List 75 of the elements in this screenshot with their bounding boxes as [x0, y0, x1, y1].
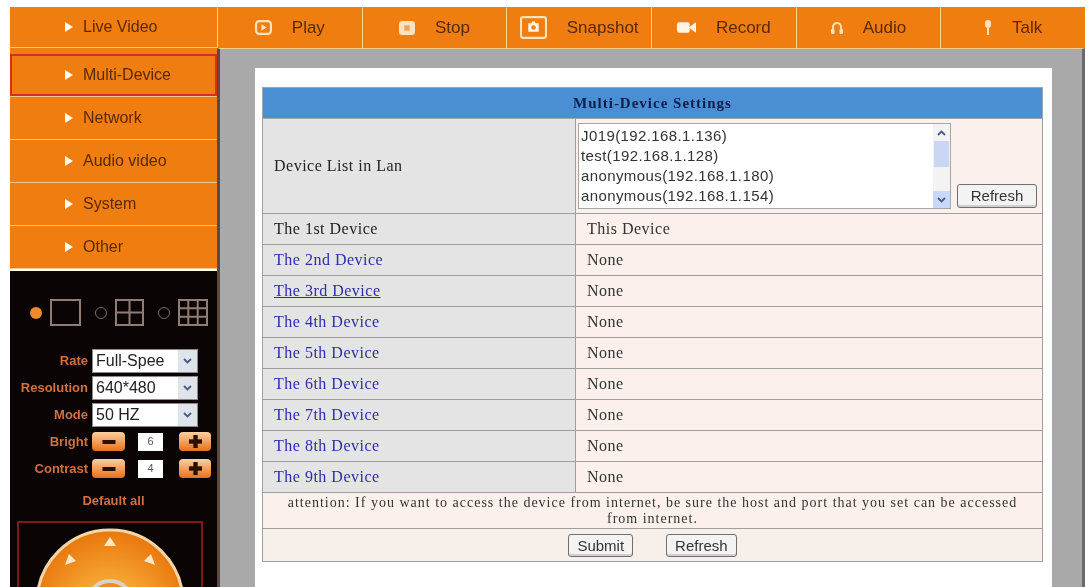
field-label: Mode	[53, 405, 89, 424]
submit-button[interactable]: Submit	[568, 533, 634, 557]
reset-link[interactable]: Default all	[82, 491, 145, 511]
triangle-icon	[65, 199, 73, 209]
radio-button[interactable]	[30, 306, 42, 319]
plus-icon	[188, 462, 202, 475]
sidebar-item[interactable]: Live Video	[10, 7, 217, 48]
table-header: Multi-Device Settings	[262, 87, 1043, 119]
minus-icon	[101, 466, 116, 471]
device-listbox[interactable]: J019(192.168.1.136) test(192.168.1.128) anonymous(192.168.1.180) anonymous(192.168.1.154)	[578, 123, 951, 209]
decrease-button[interactable]	[92, 459, 125, 478]
table-cell: None	[575, 430, 1043, 462]
radio-button[interactable]	[95, 306, 107, 319]
device-link[interactable]: The 4th Device	[274, 313, 380, 330]
refresh-button[interactable]: Refresh	[666, 533, 737, 557]
chevron-down-icon[interactable]	[933, 191, 950, 208]
chevron-down-icon[interactable]	[178, 376, 197, 399]
chevron-down-icon[interactable]	[178, 349, 197, 372]
listbox-item[interactable]: anonymous(192.168.1.180)	[581, 166, 933, 186]
play-icon	[254, 20, 272, 35]
direction-pad[interactable]	[35, 526, 185, 587]
triangle-icon	[65, 70, 73, 80]
device-link[interactable]: The 5th Device	[274, 344, 380, 361]
device-link[interactable]: The 2nd Device	[274, 251, 384, 268]
stop-icon	[399, 20, 415, 35]
listbox-item[interactable]: anonymous(192.168.1.154)	[581, 186, 933, 206]
increase-button[interactable]	[179, 432, 211, 451]
select-field[interactable]: 640*480	[92, 375, 198, 400]
chevron-down-icon[interactable]	[178, 403, 197, 426]
triangle-icon	[65, 242, 73, 252]
refresh-button[interactable]: Refresh	[957, 184, 1037, 208]
device-link[interactable]: The 7th Device	[274, 406, 380, 423]
value-field[interactable]: 4	[138, 459, 163, 478]
device-link[interactable]: The 6th Device	[274, 375, 380, 392]
four-pane-grid-icon	[115, 299, 144, 326]
table-cell: None	[575, 244, 1043, 276]
nine-pane-grid-icon	[178, 299, 208, 326]
increase-button[interactable]	[179, 459, 211, 478]
radio-button[interactable]	[158, 306, 170, 319]
select-field[interactable]: Full-Spee	[92, 348, 198, 373]
triangle-icon	[65, 22, 73, 32]
decrease-button[interactable]	[92, 432, 125, 451]
scrollbar[interactable]	[933, 124, 950, 208]
table-cell: None	[575, 275, 1043, 307]
select-field[interactable]: 50 HZ	[92, 402, 198, 427]
triangle-icon	[65, 113, 73, 123]
device-label: The 1st Device	[274, 220, 378, 237]
field-label: Bright	[48, 432, 89, 451]
sidebar-item[interactable]: Multi-Device	[10, 54, 217, 97]
camera-icon	[519, 16, 547, 39]
single-pane-icon	[50, 299, 81, 326]
device-link[interactable]: The 9th Device	[274, 468, 380, 485]
device-link[interactable]: The 8th Device	[274, 437, 380, 454]
plus-icon	[188, 435, 202, 448]
table-cell: None	[575, 368, 1043, 400]
device-link[interactable]: The 3rd Device	[274, 282, 381, 299]
field-label: Rate	[58, 351, 89, 370]
table-cell: None	[575, 461, 1043, 493]
table-cell: None	[575, 306, 1043, 338]
attention-notice: attention: If you want to access the device from internet, be sure the host and port that you set can be accessed from internet.	[262, 492, 1043, 529]
table-cell: This Device	[575, 213, 1043, 245]
table-cell: Device List in Lan	[262, 118, 576, 214]
headphones-icon	[830, 21, 843, 34]
minus-icon	[101, 439, 116, 444]
table-cell: None	[575, 337, 1043, 369]
table-cell: None	[575, 399, 1043, 431]
video-camera-icon	[676, 21, 696, 34]
listbox-item[interactable]: test(192.168.1.128)	[581, 146, 933, 166]
value-field[interactable]: 6	[138, 432, 163, 451]
microphone-icon	[984, 20, 993, 35]
listbox-item[interactable]: J019(192.168.1.136)	[581, 126, 933, 146]
field-label: Resolution	[19, 378, 89, 397]
scrollbar-thumb[interactable]	[934, 141, 949, 167]
triangle-icon	[65, 156, 73, 166]
field-label: Contrast	[33, 459, 89, 478]
